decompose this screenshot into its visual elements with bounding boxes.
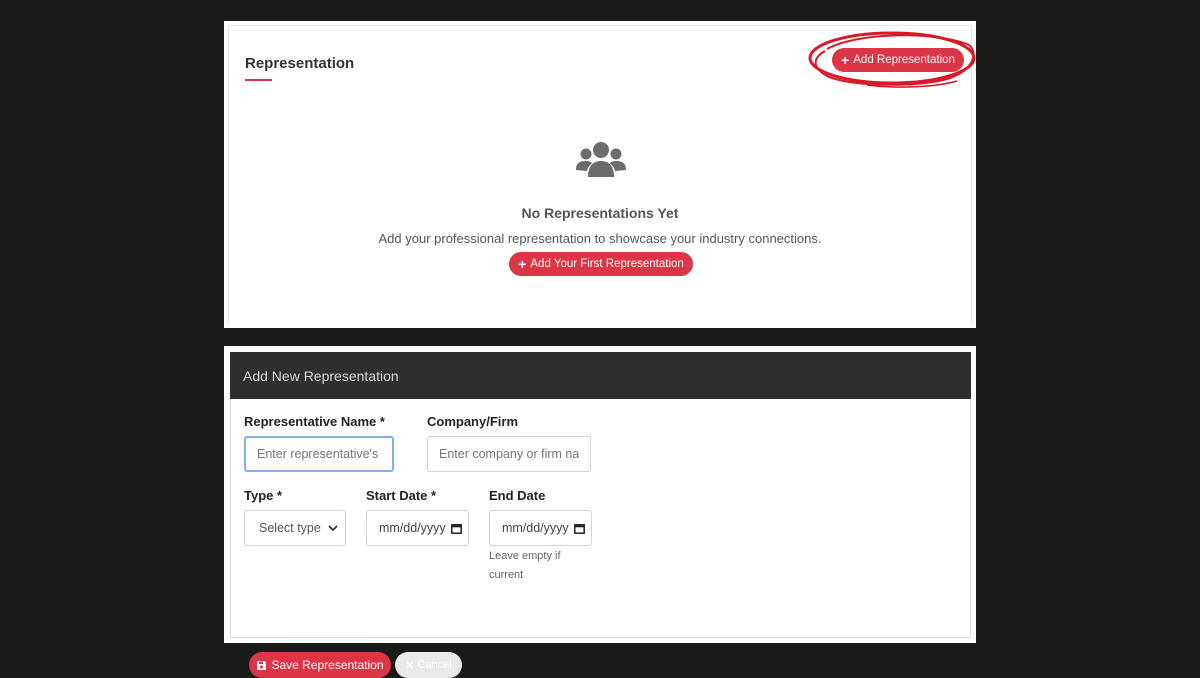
calendar-icon[interactable]	[451, 523, 462, 534]
representation-card: Representation + Add Representation No R…	[224, 21, 976, 328]
start-date-label: Start Date *	[366, 488, 437, 503]
start-date-value: mm/dd/yyyy	[379, 521, 446, 535]
form-body: Representative Name * Company/Firm Type …	[230, 399, 971, 678]
save-representation-label: Save Representation	[271, 658, 384, 672]
cancel-label: Cancel	[417, 659, 452, 671]
type-select-value: Select type	[259, 521, 321, 535]
section-title: Representation	[245, 55, 355, 72]
form-header: Add New Representation	[230, 352, 971, 399]
add-representation-button[interactable]: + Add Representation	[832, 48, 964, 72]
save-icon	[257, 660, 267, 670]
start-date-input[interactable]: mm/dd/yyyy	[366, 510, 469, 546]
calendar-icon[interactable]	[574, 523, 585, 534]
title-underline	[245, 79, 272, 81]
end-date-label: End Date	[489, 488, 546, 503]
type-select[interactable]: Select type	[244, 510, 346, 546]
representation-card-inner: Representation + Add Representation No R…	[228, 25, 976, 324]
users-icon	[576, 142, 626, 177]
empty-state-heading: No Representations Yet	[521, 205, 679, 221]
type-label: Type *	[244, 488, 283, 503]
add-first-representation-button[interactable]: + Add Your First Representation	[509, 252, 693, 276]
end-date-input[interactable]: mm/dd/yyyy	[489, 510, 592, 546]
representative-name-input[interactable]	[244, 436, 394, 472]
empty-state-text: Add your professional representation to …	[378, 231, 822, 246]
plus-icon: +	[518, 255, 527, 272]
company-input[interactable]	[427, 436, 591, 472]
add-representation-form-card: Add New Representation Representative Na…	[224, 346, 976, 678]
chevron-down-icon	[328, 524, 338, 531]
company-label: Company/Firm	[427, 414, 519, 429]
add-first-representation-label: Add Your First Representation	[530, 258, 684, 270]
end-date-value: mm/dd/yyyy	[502, 521, 569, 535]
end-date-help: Leave empty if current	[489, 550, 561, 581]
close-icon: ✕	[405, 659, 415, 672]
representative-name-label: Representative Name *	[244, 414, 385, 429]
plus-icon: +	[841, 51, 850, 68]
save-representation-button[interactable]: Save Representation	[249, 652, 391, 678]
cancel-button[interactable]: ✕ Cancel	[395, 652, 462, 678]
add-representation-label: Add Representation	[853, 54, 955, 66]
